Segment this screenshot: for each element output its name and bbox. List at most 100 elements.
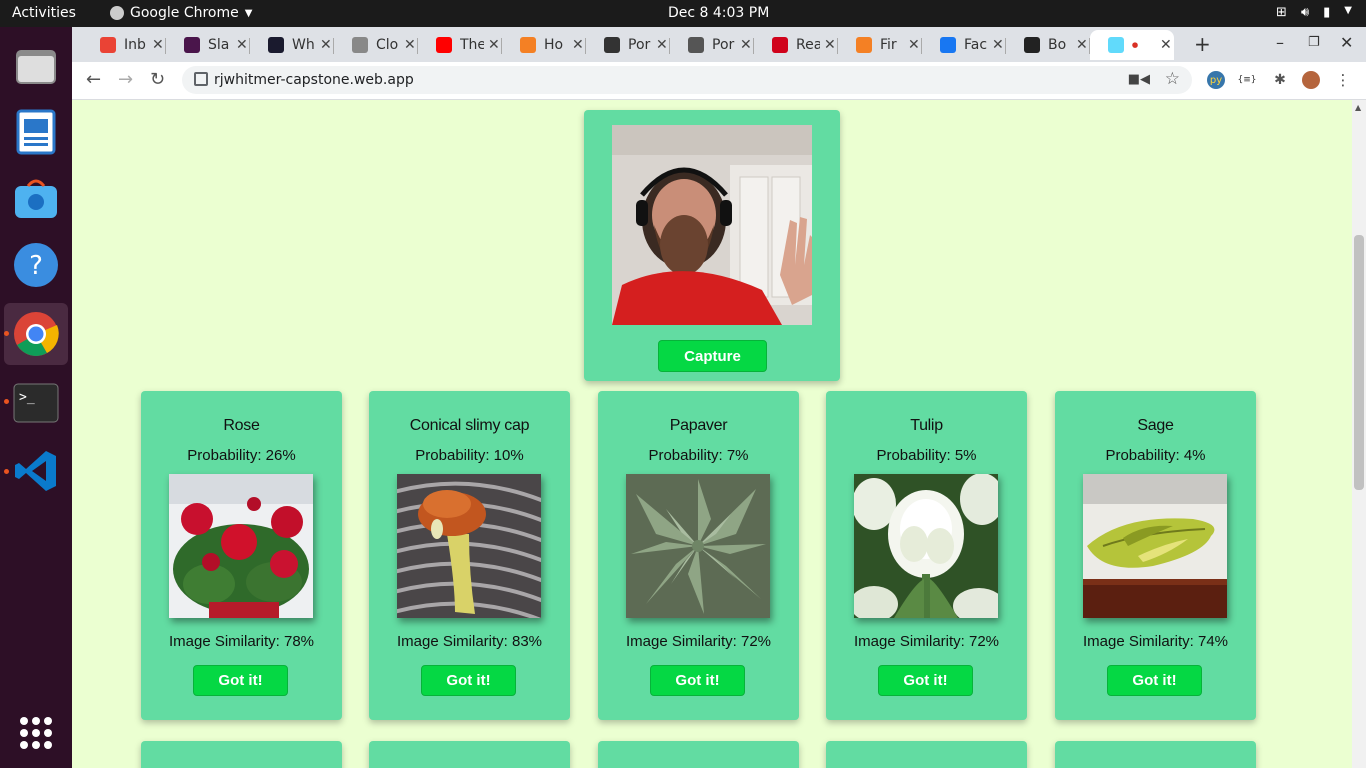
activities-button[interactable]: Activities <box>12 5 76 21</box>
got-it-button[interactable]: Got it! <box>878 665 973 696</box>
close-tab-icon[interactable]: ✕ <box>236 37 248 53</box>
help-icon: ? <box>14 243 58 287</box>
chrome-small-icon <box>110 6 124 20</box>
json-extension-icon[interactable]: {≡} <box>1238 71 1257 89</box>
dock-writer[interactable] <box>4 101 68 163</box>
new-tab-button[interactable]: + <box>1194 32 1211 56</box>
stackoverflow-icon <box>520 37 536 53</box>
got-it-button[interactable]: Got it! <box>1107 665 1202 696</box>
menu-kebab-icon[interactable]: ⋮ <box>1334 71 1352 89</box>
similarity-text: Image Similarity: 78% <box>168 633 315 650</box>
close-tab-icon[interactable]: ✕ <box>320 37 332 53</box>
probability-text: Probability: 10% <box>415 447 524 464</box>
browser-tab[interactable]: Sla ✕ <box>166 30 250 60</box>
plant-name: Conical slimy cap <box>409 417 530 434</box>
bookmark-star-icon[interactable]: ☆ <box>1165 69 1180 89</box>
system-top-bar: Activities Google Chrome ▼ Dec 8 4:03 PM… <box>0 0 1366 27</box>
plant-name: Sage <box>1137 417 1174 434</box>
store-bag-icon <box>15 179 57 218</box>
similarity-text: Image Similarity: 83% <box>396 633 543 650</box>
webcam-video <box>612 125 812 325</box>
restore-button[interactable]: ❐ <box>1308 35 1320 50</box>
browser-tab[interactable]: Wh ✕ <box>250 30 334 60</box>
tab-label: Fac <box>964 37 988 53</box>
browser-tab[interactable]: Por ✕ <box>586 30 670 60</box>
camera-in-use-icon[interactable]: ■◀ <box>1128 72 1150 87</box>
lock-icon <box>194 72 208 86</box>
browser-tab[interactable]: Fir ✕ <box>838 30 922 60</box>
back-button[interactable]: ← <box>86 69 101 90</box>
reload-button[interactable]: ↻ <box>150 69 165 90</box>
dock-files[interactable] <box>4 35 68 97</box>
svg-text:>_: >_ <box>19 390 35 405</box>
show-apps-icon[interactable] <box>20 717 52 749</box>
files-icon <box>16 50 56 84</box>
clock[interactable]: Dec 8 4:03 PM <box>668 5 769 21</box>
tab-label: Bo <box>1048 37 1067 53</box>
address-bar[interactable]: rjwhitmer-capstone.web.app ■◀ ☆ <box>182 66 1192 94</box>
capture-button[interactable]: Capture <box>658 340 767 372</box>
extensions-puzzle-icon[interactable]: ✱ <box>1271 71 1289 89</box>
close-tab-icon[interactable]: ✕ <box>824 37 836 53</box>
prediction-card-partial <box>826 741 1027 768</box>
probability-text: Probability: 7% <box>648 447 749 464</box>
dock-help[interactable]: ? <box>4 234 68 296</box>
dock-terminal[interactable]: >_ <box>4 372 68 434</box>
browser-tab[interactable]: Por ✕ <box>670 30 754 60</box>
scroll-up-arrow-icon[interactable]: ▲ <box>1355 103 1361 112</box>
forward-button[interactable]: → <box>118 69 133 90</box>
app-menu[interactable]: Google Chrome ▼ <box>110 5 252 21</box>
tab-active[interactable]: ⏺ ✕ <box>1090 30 1174 60</box>
system-tray[interactable]: ⊞ 🔊︎ ▮ ▼ <box>1276 5 1352 20</box>
dock-chrome[interactable] <box>4 303 68 365</box>
minimize-button[interactable]: – <box>1276 33 1284 52</box>
browser-tab[interactable]: Inb ✕ <box>82 30 166 60</box>
plant-name: Papaver <box>669 417 728 434</box>
got-it-button[interactable]: Got it! <box>650 665 745 696</box>
prediction-card-tulip: Tulip Probability: 5% Image Similarity: … <box>826 391 1027 720</box>
code-icon <box>268 37 284 53</box>
page-scrollbar[interactable]: ▲ <box>1352 100 1366 768</box>
loading-icon <box>352 37 368 53</box>
plant-name: Rose <box>223 417 260 434</box>
scrollbar-thumb[interactable] <box>1354 235 1364 490</box>
browser-tab[interactable]: Ho ✕ <box>502 30 586 60</box>
got-it-button[interactable]: Got it! <box>421 665 516 696</box>
tab-strip: Inb ✕ Sla ✕ Wh ✕ Clo ✕ The ✕ Ho ✕ Por ✕ Por ✕ Rea ✕ Fir ✕ Fa… <box>72 27 1366 62</box>
browser-tab[interactable]: Clo ✕ <box>334 30 418 60</box>
prediction-card-conical-slimy-cap: Conical slimy cap Probability: 10% Image… <box>369 391 570 720</box>
close-window-button[interactable]: ✕ <box>1340 33 1353 52</box>
document-icon <box>16 109 56 155</box>
close-tab-icon[interactable]: ✕ <box>572 37 584 53</box>
plant-image <box>854 474 998 618</box>
browser-tab[interactable]: Rea ✕ <box>754 30 838 60</box>
close-tab-icon[interactable]: ✕ <box>1160 37 1172 53</box>
battery-icon: ▮ <box>1323 5 1331 20</box>
dock-software[interactable] <box>4 167 68 229</box>
close-tab-icon[interactable]: ✕ <box>404 37 416 53</box>
network-icon: ⊞ <box>1276 5 1287 20</box>
browser-tab[interactable]: The ✕ <box>418 30 502 60</box>
close-tab-icon[interactable]: ✕ <box>656 37 668 53</box>
browser-tab[interactable]: Bo ✕ <box>1006 30 1090 60</box>
stackoverflow-icon <box>856 37 872 53</box>
close-tab-icon[interactable]: ✕ <box>1076 37 1088 53</box>
tab-label: Rea <box>796 37 820 53</box>
close-tab-icon[interactable]: ✕ <box>152 37 164 53</box>
got-it-button[interactable]: Got it! <box>193 665 288 696</box>
python-extension-icon[interactable]: py <box>1207 71 1225 89</box>
close-tab-icon[interactable]: ✕ <box>740 37 752 53</box>
tab-label: Fir <box>880 37 897 53</box>
prediction-card-sage: Sage Probability: 4% Image Similarity: 7… <box>1055 391 1256 720</box>
close-tab-icon[interactable]: ✕ <box>992 37 1004 53</box>
react-icon <box>1024 37 1040 53</box>
browser-tab[interactable]: Fac ✕ <box>922 30 1006 60</box>
url-text[interactable]: rjwhitmer-capstone.web.app <box>214 72 414 88</box>
profile-avatar[interactable] <box>1302 71 1320 89</box>
close-tab-icon[interactable]: ✕ <box>488 37 500 53</box>
prediction-card-rose: Rose Probability: 26% Image Similarity: … <box>141 391 342 720</box>
close-tab-icon[interactable]: ✕ <box>908 37 920 53</box>
chrome-icon <box>14 312 59 356</box>
dock-vscode[interactable] <box>4 440 68 502</box>
plant-image <box>169 474 313 618</box>
